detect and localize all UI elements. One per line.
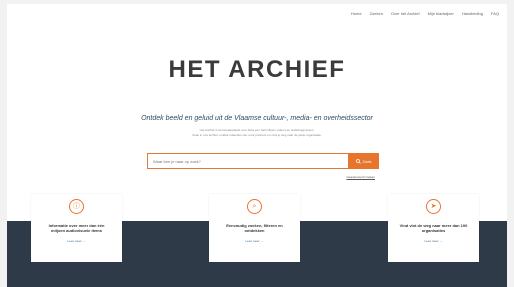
document-search-icon: ⌕ [247, 199, 262, 214]
description-line-1: Het Archief is de bewaarplaats voor bijn… [199, 128, 315, 132]
card-read-more-link[interactable]: Lees meer → [388, 239, 479, 243]
nav-faq[interactable]: FAQ [491, 11, 499, 16]
feature-card-search: ⌕ Eenvoudig zoeken, filteren en ontdekke… [209, 194, 300, 262]
nav-zoeken[interactable]: Zoeken [370, 11, 383, 16]
search-button-label: Zoek [362, 158, 372, 164]
card-title: Eenvoudig zoeken, filteren en ontdekken [226, 223, 283, 234]
nav-home[interactable]: Home [351, 11, 362, 16]
browser-viewport: Home Zoeken Over het Archief Mijn bladwi… [7, 4, 507, 287]
search-icon [355, 158, 361, 164]
card-read-more-link[interactable]: Lees meer → [209, 239, 300, 243]
search-button[interactable]: Zoek [348, 153, 379, 169]
card-read-more-link[interactable]: Lees meer → [31, 239, 122, 243]
card-title: Vind vlot de weg naar meer dan 100 organ… [399, 223, 468, 234]
search-input[interactable] [147, 153, 348, 169]
search-bar: Zoek [147, 153, 379, 169]
feature-card-info: ⓘ Informatie over meer dan één miljoen a… [31, 194, 122, 262]
description-line-2: Zoek in ons archief, ontdek collecties v… [192, 133, 322, 137]
nav-over-het-archief[interactable]: Over het Archief [391, 11, 420, 16]
advanced-search-link[interactable]: Geavanceerd zoeken [346, 175, 375, 179]
info-icon: ⓘ [69, 199, 84, 214]
top-navigation: Home Zoeken Over het Archief Mijn bladwi… [351, 11, 499, 16]
compass-icon: ➤ [426, 199, 441, 214]
nav-handleiding[interactable]: Handleiding [462, 11, 483, 16]
site-logo[interactable]: HET ARCHIEF [7, 56, 507, 84]
tagline: Ontdek beeld en geluid uit de Vlaamse cu… [141, 115, 373, 122]
card-title: Informatie over meer dan één miljoen aud… [48, 223, 105, 234]
feature-card-organisations: ➤ Vind vlot de weg naar meer dan 100 org… [388, 194, 479, 262]
nav-mijn-bladwijzer[interactable]: Mijn bladwijzer [428, 11, 454, 16]
